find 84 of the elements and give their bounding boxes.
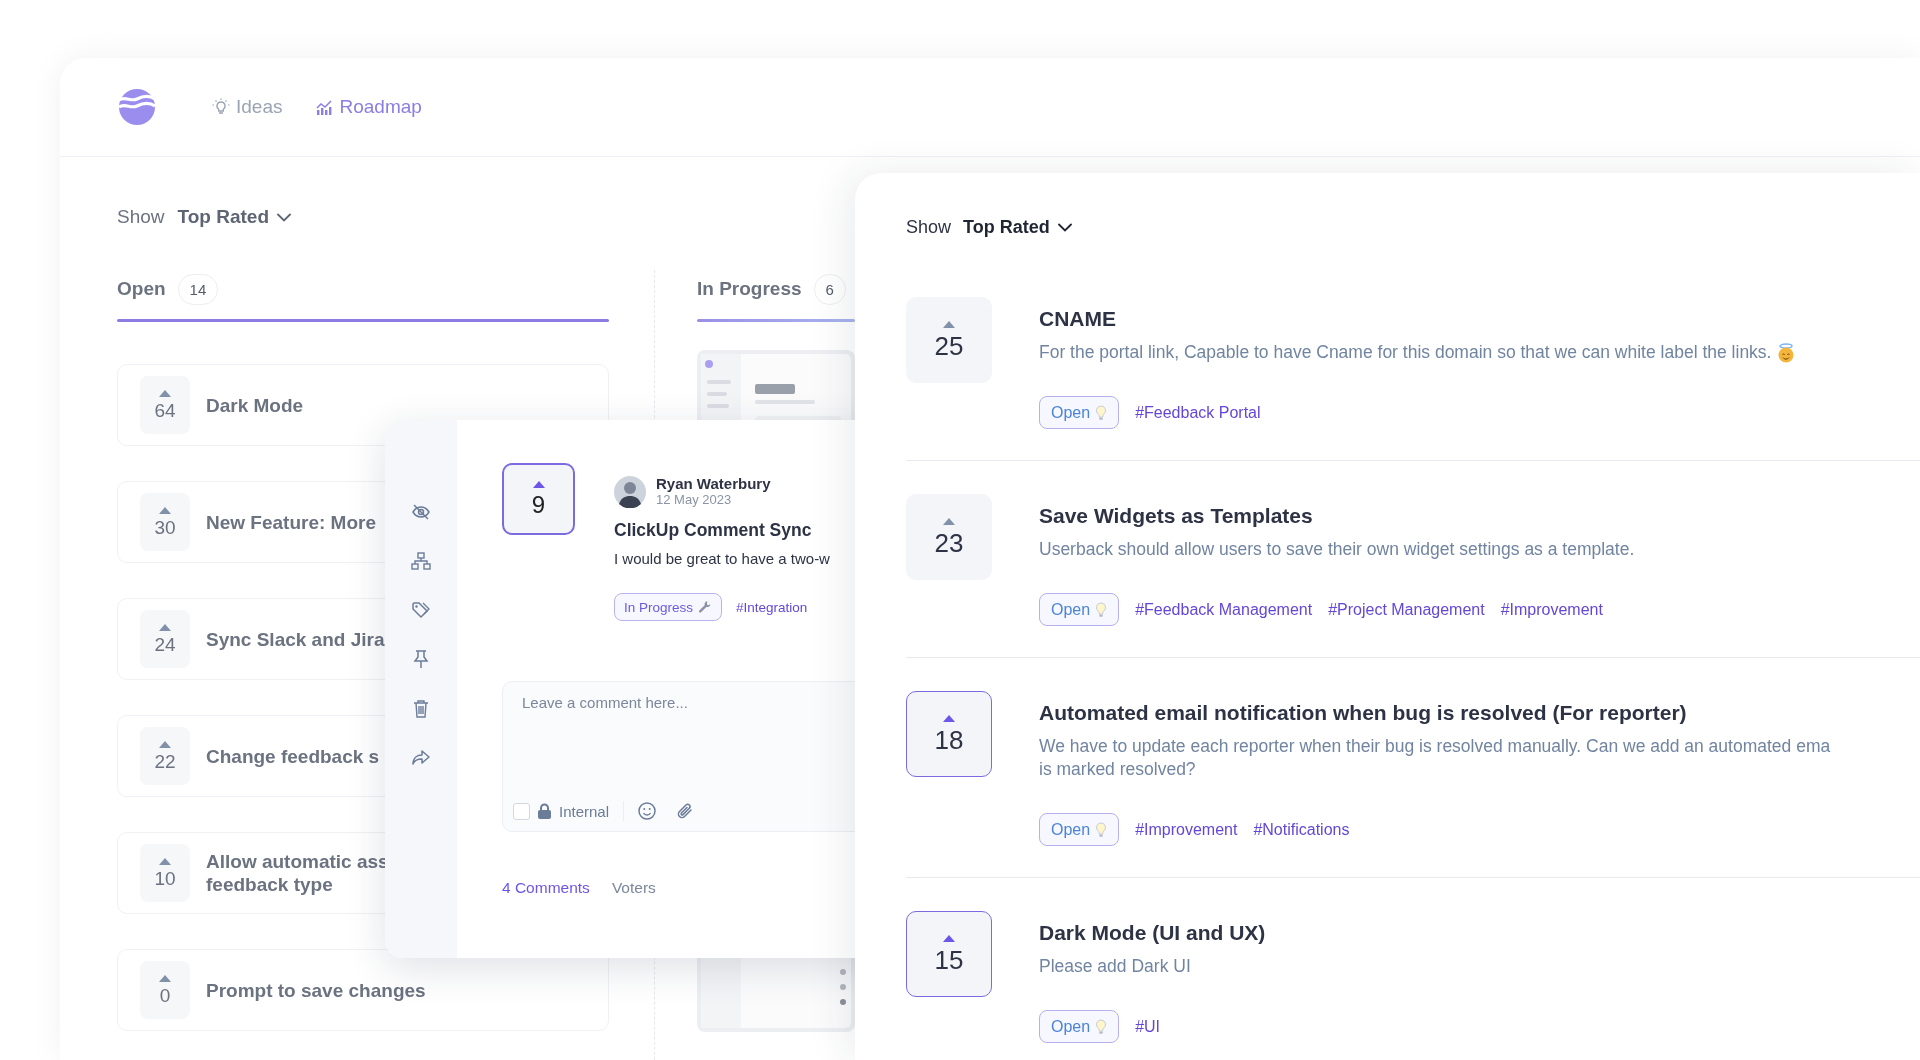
author-name: Ryan Waterbury [656, 475, 771, 492]
lightbulb-icon [212, 98, 230, 116]
tag-link[interactable]: #Notifications [1253, 820, 1350, 839]
lightbulb-icon [1095, 601, 1108, 618]
triangle-up-icon [943, 935, 955, 942]
sort-label: Show [117, 206, 165, 228]
idea-description: Please add Dark UI [1039, 955, 1191, 978]
idea-title: New Feature: More [206, 510, 376, 534]
chart-icon [316, 99, 334, 115]
idea-card[interactable]: 0 Prompt to save changes [117, 949, 609, 1031]
vote-button[interactable]: 30 [140, 493, 190, 551]
triangle-up-icon [943, 715, 955, 722]
wrench-icon [698, 600, 713, 614]
idea-title: Automated email notification when bug is resolved (For reporter) [1039, 700, 1688, 726]
triangle-up-icon [159, 974, 171, 982]
share-icon[interactable] [411, 748, 431, 768]
smiley-icon[interactable] [638, 802, 657, 820]
lock-icon [538, 803, 551, 819]
vote-button[interactable]: 64 [140, 376, 190, 434]
lightbulb-icon [1095, 404, 1108, 421]
tag-link[interactable]: #Feedback Portal [1135, 403, 1261, 422]
triangle-up-icon [159, 389, 171, 397]
column-title: Open [117, 278, 166, 300]
status-badge: In Progress [614, 593, 723, 621]
status-badge: Open [1039, 813, 1120, 846]
vote-button[interactable]: 10 [140, 844, 190, 902]
idea-title: Dark Mode [206, 393, 304, 417]
triangle-up-icon [943, 518, 955, 525]
pin-icon[interactable] [411, 650, 431, 670]
vote-button[interactable]: 22 [140, 727, 190, 785]
sitemap-icon[interactable] [411, 552, 431, 572]
lightbulb-icon [1095, 1018, 1108, 1035]
status-badge: Open [1039, 1010, 1120, 1043]
vote-button[interactable]: 9 [502, 463, 575, 535]
idea-title: Sync Slack and Jira [206, 627, 385, 651]
column-title: In Progress [697, 278, 802, 300]
trash-icon[interactable] [411, 699, 431, 719]
triangle-up-icon [159, 857, 171, 865]
sort-label: Show [906, 216, 952, 238]
logo[interactable] [118, 88, 156, 126]
idea-title: Prompt to save changes [206, 978, 426, 1002]
idea-description: Userback should allow users to save their own widget settings as a template. [1039, 538, 1635, 561]
triangle-up-icon [159, 623, 171, 631]
triangle-up-icon [943, 321, 955, 328]
sort-dropdown[interactable]: Top Rated [963, 216, 1072, 238]
vote-button[interactable]: 23 [906, 494, 992, 580]
tag-link[interactable]: #Improvement [1135, 820, 1238, 839]
nav-tab[interactable]: Roadmap [316, 90, 422, 124]
idea-description: I would be great to have a two-w [614, 550, 830, 567]
internal-label: Internal [559, 802, 610, 820]
tag-link[interactable]: #UI [1135, 1017, 1161, 1036]
tab[interactable]: 4 Comments [502, 879, 590, 897]
tag-link[interactable]: #Project Management [1328, 600, 1485, 619]
idea-description: We have to update each reporter when their bug is resolved manually. Can we add an automated ema [1039, 735, 1831, 758]
vote-button[interactable]: 0 [140, 961, 190, 1019]
sort-dropdown[interactable]: Top Rated [177, 206, 291, 228]
triangle-up-icon [159, 740, 171, 748]
avatar [614, 475, 646, 508]
vote-button[interactable]: 15 [906, 911, 992, 997]
vote-button[interactable]: 18 [906, 691, 992, 777]
post-date: 12 May 2023 [656, 492, 733, 508]
idea-title: Save Widgets as Templates [1039, 503, 1314, 529]
tag-link[interactable]: #Improvement [1500, 600, 1603, 619]
lightbulb-icon [1095, 821, 1108, 838]
paperclip-icon[interactable] [676, 802, 695, 820]
idea-description: is marked resolved? [1039, 758, 1196, 781]
triangle-up-icon [159, 506, 171, 514]
status-badge: Open [1039, 593, 1120, 626]
triangle-up-icon [532, 481, 545, 488]
tab[interactable]: Voters [611, 879, 656, 897]
idea-description: For the portal link, Capable to have Cname for this domain so that we can white label the links. [1039, 341, 1772, 364]
vote-button[interactable]: 24 [140, 610, 190, 668]
checkbox[interactable] [513, 802, 530, 820]
tag-link[interactable]: #Integration [736, 599, 808, 615]
idea-title: Change feedback s [206, 744, 380, 768]
idea-title: CNAME [1039, 306, 1117, 332]
idea-title: ClickUp Comment Sync [614, 520, 813, 541]
tag-link[interactable]: #Feedback Management [1135, 600, 1313, 619]
idea-title: Dark Mode (UI and UX) [1039, 920, 1266, 946]
tag-icon[interactable] [411, 601, 431, 621]
status-badge: Open [1039, 396, 1120, 429]
vote-button[interactable]: 25 [906, 297, 992, 383]
chevron-down-icon [1057, 222, 1072, 232]
chevron-down-icon [277, 212, 291, 222]
